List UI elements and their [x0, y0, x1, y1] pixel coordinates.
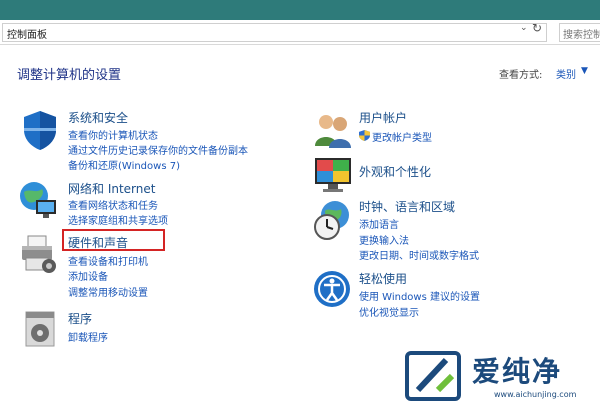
category-network-internet[interactable]: 网络和 Internet	[68, 180, 155, 197]
category-programs[interactable]: 程序	[68, 310, 92, 327]
link-add-language[interactable]: 添加语言	[359, 216, 399, 231]
ease-of-access-icon[interactable]	[311, 268, 355, 312]
window-title-strip	[0, 0, 600, 20]
category-user-accounts[interactable]: 用户帐户	[359, 109, 407, 126]
uac-shield-icon	[359, 130, 370, 141]
link-homegroup[interactable]: 选择家庭组和共享选项	[68, 212, 168, 227]
link-network-status[interactable]: 查看网络状态和任务	[68, 197, 158, 212]
address-field[interactable]: 控制面板	[2, 23, 547, 42]
printer-icon[interactable]	[16, 232, 60, 276]
page-title: 调整计算机的设置	[17, 68, 122, 83]
search-placeholder: 搜索控制面板	[563, 30, 600, 41]
link-view-computer-status[interactable]: 查看你的计算机状态	[68, 127, 158, 142]
clock-globe-icon[interactable]	[311, 199, 355, 243]
search-input[interactable]: 搜索控制面板	[559, 23, 600, 42]
view-by-label: 查看方式:	[499, 70, 543, 81]
chevron-down-icon[interactable]: ⌄	[520, 23, 528, 33]
network-globe-icon[interactable]	[16, 178, 60, 222]
address-path: 控制面板	[7, 30, 47, 41]
address-bar: 控制面板 ⌄ ↻ 搜索控制面板	[0, 20, 600, 45]
refresh-icon[interactable]: ↻	[532, 21, 542, 35]
view-by-dropdown[interactable]: 类别	[556, 66, 576, 81]
shield-icon[interactable]	[18, 108, 62, 152]
link-backup-restore[interactable]: 备份和还原(Windows 7)	[68, 157, 180, 172]
link-file-history[interactable]: 通过文件历史记录保存你的文件备份副本	[68, 142, 248, 157]
programs-icon[interactable]	[18, 306, 62, 350]
link-mobility-settings[interactable]: 调整常用移动设置	[68, 284, 148, 299]
link-windows-recommended[interactable]: 使用 Windows 建议的设置	[359, 288, 480, 303]
watermark-url: www.aichunjing.com	[494, 390, 577, 399]
link-optimize-display[interactable]: 优化视觉显示	[359, 304, 419, 319]
link-add-device[interactable]: 添加设备	[68, 268, 108, 283]
watermark-logo-icon	[405, 351, 461, 401]
link-uninstall-program[interactable]: 卸载程序	[68, 329, 108, 344]
highlight-box	[62, 229, 165, 251]
category-ease-of-access[interactable]: 轻松使用	[359, 270, 407, 287]
link-date-time-format[interactable]: 更改日期、时间或数字格式	[359, 247, 479, 262]
view-by-arrow-icon[interactable]: ▼	[581, 66, 588, 76]
category-appearance[interactable]: 外观和个性化	[359, 163, 431, 180]
link-devices-printers[interactable]: 查看设备和打印机	[68, 253, 148, 268]
link-change-account-type[interactable]: 更改帐户类型	[372, 129, 432, 144]
user-accounts-icon[interactable]	[311, 108, 355, 152]
watermark-text: 爱纯净	[472, 355, 563, 388]
link-change-input-method[interactable]: 更换输入法	[359, 232, 409, 247]
appearance-monitor-icon[interactable]	[311, 152, 355, 196]
category-system-security[interactable]: 系统和安全	[68, 109, 128, 126]
category-clock-language-region[interactable]: 时钟、语言和区域	[359, 198, 455, 215]
